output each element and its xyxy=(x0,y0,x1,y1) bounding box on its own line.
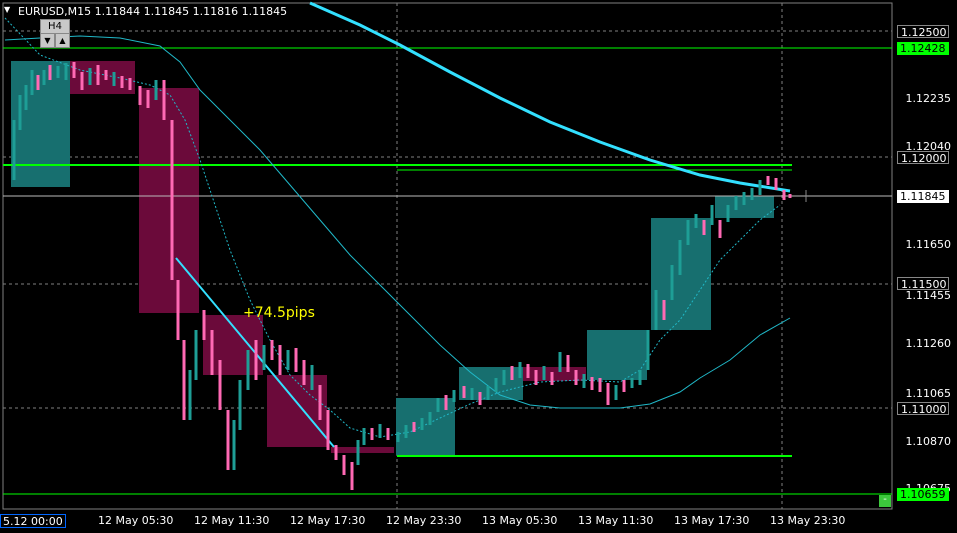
h4-bull-box xyxy=(587,330,647,380)
price-label: 1.12235 xyxy=(905,92,952,105)
time-label: 12 May 11:30 xyxy=(194,514,270,527)
price-label: 1.10870 xyxy=(905,435,952,448)
h4-candle-boxes xyxy=(11,61,774,455)
symbol-info: EURUSD,M15 1.11844 1.11845 1.11816 1.118… xyxy=(18,5,288,18)
price-label: 1.11260 xyxy=(905,337,952,350)
price-box-1.12500: 1.12500 xyxy=(897,25,949,39)
time-label: 12 May 23:30 xyxy=(386,514,462,527)
chart-menu-icon[interactable]: ▼ xyxy=(4,5,10,14)
h4-bear-box xyxy=(139,88,199,313)
h4-bear-box xyxy=(70,61,135,94)
price-chart[interactable] xyxy=(0,0,957,533)
time-label: 13 May 05:30 xyxy=(482,514,558,527)
h4-bear-box xyxy=(267,375,327,447)
minimize-button[interactable]: - xyxy=(879,495,891,507)
time-cursor-label: 5.12 00:00 xyxy=(0,514,66,528)
price-box-1.12000: 1.12000 xyxy=(897,151,949,165)
price-box-1.12428: 1.12428 xyxy=(897,42,949,55)
price-label: 1.11065 xyxy=(905,387,952,400)
current-price-box: 1.11845 xyxy=(897,190,949,203)
time-label: 12 May 05:30 xyxy=(98,514,174,527)
price-label: 1.11650 xyxy=(905,238,952,251)
collapse-down-icon[interactable]: ▼ xyxy=(40,33,55,48)
pips-annotation: +74.5pips xyxy=(243,305,315,321)
h4-bear-box xyxy=(331,447,394,453)
collapse-up-icon[interactable]: ▲ xyxy=(55,33,70,48)
timeframe-button[interactable]: H4 xyxy=(40,19,70,34)
price-box-1.11000: 1.11000 xyxy=(897,402,949,416)
time-label: 13 May 17:30 xyxy=(674,514,750,527)
price-box-1.11500: 1.11500 xyxy=(897,277,949,291)
price-box-1.10659: 1.10659 xyxy=(897,488,949,501)
time-label: 13 May 11:30 xyxy=(578,514,654,527)
time-label: 12 May 17:30 xyxy=(290,514,366,527)
time-label: 13 May 23:30 xyxy=(770,514,846,527)
